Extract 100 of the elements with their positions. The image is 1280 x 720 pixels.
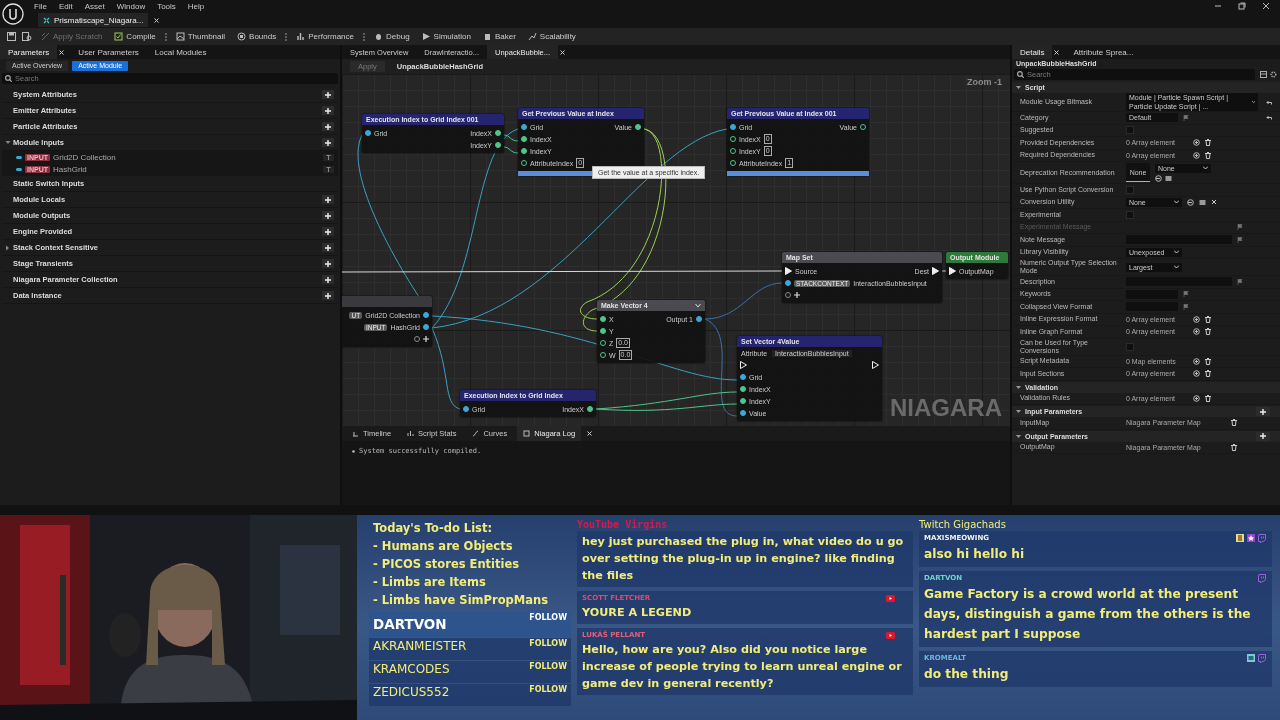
pin-dot[interactable] bbox=[740, 398, 746, 404]
panel-tab[interactable]: Details bbox=[1012, 45, 1053, 59]
flag-icon[interactable] bbox=[1183, 291, 1189, 298]
checkbox[interactable] bbox=[1126, 126, 1134, 135]
options-icon[interactable] bbox=[285, 32, 288, 41]
trash-icon[interactable] bbox=[1205, 315, 1211, 323]
pin-dot[interactable] bbox=[635, 124, 641, 130]
flag-icon[interactable] bbox=[1183, 303, 1189, 310]
add-button[interactable] bbox=[322, 211, 334, 220]
pin-dot[interactable] bbox=[740, 386, 746, 392]
caret-icon[interactable] bbox=[695, 303, 701, 308]
toolbar-button[interactable]: Debug bbox=[371, 29, 413, 44]
expanded-arrow-icon[interactable] bbox=[4, 140, 11, 145]
add-button[interactable] bbox=[322, 291, 334, 300]
pin-dot[interactable] bbox=[587, 406, 593, 412]
pin-dot[interactable] bbox=[600, 316, 606, 322]
pin-dot[interactable] bbox=[423, 324, 429, 330]
panel-tab[interactable]: Local Modules bbox=[146, 45, 215, 59]
pin-dot[interactable] bbox=[463, 406, 469, 412]
use-selected-icon[interactable] bbox=[1155, 174, 1162, 182]
pin-dot[interactable] bbox=[785, 280, 791, 286]
browse-icon[interactable] bbox=[1165, 174, 1172, 182]
toolbar-button[interactable]: Scalability bbox=[524, 29, 579, 44]
add-element-icon[interactable] bbox=[1193, 328, 1200, 336]
expanded-arrow-icon[interactable] bbox=[1016, 433, 1021, 439]
add-button[interactable] bbox=[322, 259, 334, 268]
add-element-icon[interactable] bbox=[1193, 357, 1200, 365]
add-button[interactable] bbox=[322, 275, 334, 284]
exec-pin[interactable] bbox=[740, 361, 747, 369]
close-tab-icon[interactable] bbox=[59, 49, 65, 55]
close-tab-icon[interactable] bbox=[1054, 49, 1060, 55]
panel-tab[interactable]: Attribute Sprea... bbox=[1065, 45, 1142, 59]
pin-dot[interactable] bbox=[521, 148, 527, 154]
browse-icon[interactable] bbox=[1199, 198, 1206, 206]
add-element-icon[interactable] bbox=[1193, 370, 1200, 378]
pin-dot[interactable] bbox=[423, 312, 429, 318]
exec-pin[interactable] bbox=[785, 267, 792, 275]
menu-item[interactable]: Edit bbox=[52, 1, 79, 11]
toolbar-button[interactable]: Baker bbox=[479, 29, 519, 44]
use-selected-icon[interactable] bbox=[1187, 198, 1194, 206]
pin-dot[interactable] bbox=[740, 374, 746, 380]
trash-icon[interactable] bbox=[1205, 394, 1211, 402]
pin-dot[interactable] bbox=[730, 124, 736, 130]
pin-dot[interactable] bbox=[740, 410, 746, 416]
menu-item[interactable]: Window bbox=[110, 1, 152, 11]
graph-canvas[interactable] bbox=[342, 74, 1010, 426]
save-icon[interactable] bbox=[7, 32, 16, 41]
document-tab[interactable]: Prismatiscape_Niagara... bbox=[38, 13, 149, 27]
menu-item[interactable]: Tools bbox=[151, 1, 182, 11]
panel-tab[interactable]: User Parameters bbox=[70, 45, 147, 59]
pin-dot[interactable] bbox=[521, 124, 527, 130]
add-element-icon[interactable] bbox=[1193, 151, 1200, 159]
toolbar-button[interactable]: Compile bbox=[111, 29, 159, 44]
toolbar-button[interactable]: Simulation bbox=[418, 29, 474, 44]
settings-icon[interactable] bbox=[1270, 71, 1277, 78]
trash-icon[interactable] bbox=[1205, 370, 1211, 378]
minimize-icon[interactable] bbox=[1214, 2, 1222, 10]
pin-dot[interactable] bbox=[495, 142, 501, 148]
restore-icon[interactable] bbox=[1238, 2, 1246, 10]
toolbar-button[interactable]: Performance bbox=[293, 29, 357, 44]
checkbox[interactable] bbox=[1126, 185, 1134, 194]
expanded-arrow-icon[interactable] bbox=[1016, 384, 1021, 390]
add-element-icon[interactable] bbox=[1193, 139, 1200, 147]
add-button[interactable] bbox=[322, 227, 334, 236]
pin-dot[interactable] bbox=[521, 136, 527, 142]
trash-icon[interactable] bbox=[1231, 443, 1237, 451]
add-button[interactable] bbox=[1256, 431, 1270, 441]
toolbar-button[interactable]: Thumbnail bbox=[172, 29, 229, 44]
close-tab-icon[interactable] bbox=[587, 431, 593, 436]
engine-logo-icon[interactable] bbox=[2, 3, 24, 25]
flag-icon[interactable] bbox=[1183, 114, 1189, 121]
trash-icon[interactable] bbox=[1205, 357, 1211, 365]
add-button[interactable] bbox=[322, 122, 334, 131]
reset-icon[interactable] bbox=[1266, 115, 1272, 121]
checkbox[interactable] bbox=[1126, 342, 1134, 351]
flag-icon[interactable] bbox=[1237, 224, 1243, 231]
pin-dot[interactable] bbox=[495, 130, 501, 136]
flag-icon[interactable] bbox=[1237, 236, 1243, 243]
add-button[interactable] bbox=[322, 243, 334, 252]
table-view-icon[interactable] bbox=[1260, 71, 1267, 78]
trash-icon[interactable] bbox=[1205, 328, 1211, 336]
add-button[interactable] bbox=[1256, 407, 1270, 416]
add-button[interactable] bbox=[322, 106, 334, 115]
menu-item[interactable]: Help bbox=[181, 1, 211, 11]
trash-icon[interactable] bbox=[1205, 151, 1211, 159]
close-tab-icon[interactable] bbox=[154, 17, 160, 23]
add-button[interactable] bbox=[322, 138, 334, 147]
panel-tab[interactable]: Parameters bbox=[0, 45, 58, 59]
add-button[interactable] bbox=[322, 195, 334, 204]
menu-item[interactable]: Asset bbox=[78, 1, 111, 11]
reference-button[interactable] bbox=[323, 153, 334, 161]
collapsed-arrow-icon[interactable] bbox=[5, 244, 10, 251]
reset-icon[interactable] bbox=[1266, 99, 1272, 105]
exec-pin[interactable] bbox=[932, 267, 939, 275]
reference-button[interactable] bbox=[323, 166, 334, 174]
pin-dot[interactable] bbox=[600, 328, 606, 334]
trash-icon[interactable] bbox=[1231, 419, 1237, 427]
add-button[interactable] bbox=[322, 90, 334, 99]
trash-icon[interactable] bbox=[1205, 139, 1211, 147]
toolbar-button[interactable]: Bounds bbox=[234, 29, 280, 44]
